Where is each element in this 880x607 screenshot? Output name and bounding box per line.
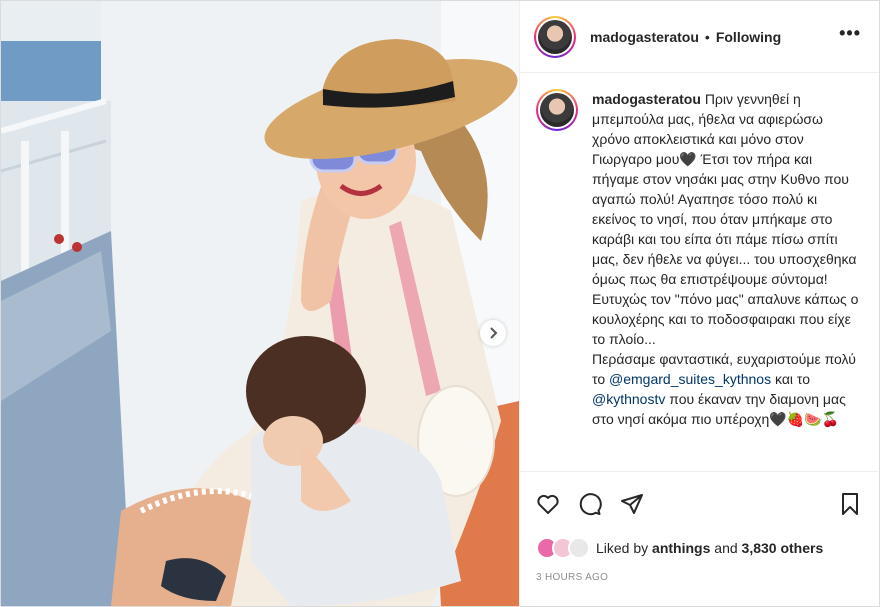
likes-summary: Liked by anthings and 3,830 others [536, 537, 823, 559]
caption-text: madogasteratou Πριν γεννηθεί η μπεμπούλα… [592, 89, 860, 429]
caption-avatar[interactable] [536, 89, 578, 131]
heart-icon[interactable] [536, 492, 560, 516]
liker-avatar [568, 537, 590, 559]
following-button[interactable]: Following [716, 29, 781, 45]
photo-image [1, 1, 519, 606]
likes-prefix: Liked by [596, 540, 649, 556]
post-photo[interactable] [1, 1, 519, 606]
caption-body-3: και το [774, 371, 811, 387]
action-bar [520, 471, 878, 516]
bookmark-icon[interactable] [838, 492, 862, 516]
separator-dot: • [704, 28, 710, 45]
likes-text: Liked by anthings and 3,830 others [596, 540, 823, 556]
likes-count-link[interactable]: 3,830 others [742, 540, 824, 556]
chevron-right-icon [490, 327, 498, 339]
next-photo-button[interactable] [480, 320, 506, 346]
caption-username[interactable]: madogasteratou [592, 91, 701, 107]
instagram-post: madogasteratou • Following ••• madogaste… [0, 0, 880, 607]
mention-link-kythnostv[interactable]: @kythnostv [592, 391, 665, 407]
profile-picture [538, 19, 572, 54]
timestamp[interactable]: 3 HOURS AGO [536, 572, 608, 583]
username-link[interactable]: madogasteratou [590, 29, 699, 45]
liker-username-link[interactable]: anthings [652, 540, 710, 556]
profile-picture [540, 93, 574, 127]
likes-middle: and [714, 540, 738, 556]
caption: madogasteratou Πριν γεννηθεί η μπεμπούλα… [536, 89, 865, 429]
avatar[interactable] [534, 15, 576, 58]
caption-body-1: Πριν γεννηθεί η μπεμπούλα μας, ήθελα να … [592, 91, 859, 347]
more-options-icon[interactable]: ••• [839, 23, 865, 50]
mention-link-emgard[interactable]: @emgard_suites_kythnos [609, 371, 771, 387]
post-side-panel: madogasteratou • Following ••• madogaste… [519, 1, 879, 606]
paper-plane-icon[interactable] [620, 492, 644, 516]
comment-icon[interactable] [578, 492, 602, 516]
post-header: madogasteratou • Following ••• [520, 1, 879, 73]
